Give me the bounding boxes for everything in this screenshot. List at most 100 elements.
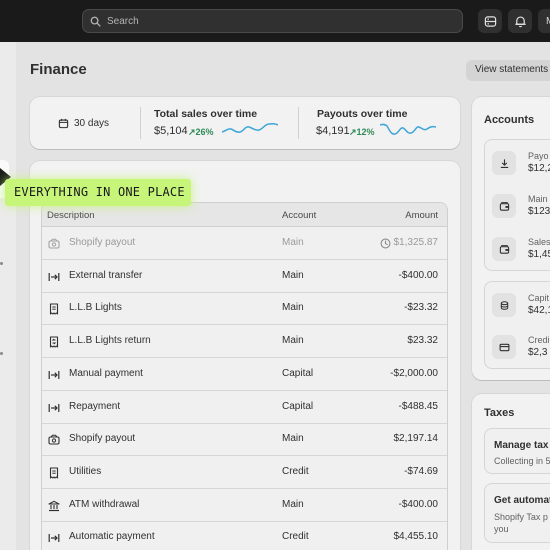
table-row[interactable]: External transfer Main -$400.00 [42,260,447,293]
avatar-button[interactable]: M [538,9,550,33]
account-item-payouts[interactable]: Payo $12,2 [485,143,550,183]
account-balance: $12,2 [528,163,550,174]
page-title: Finance [30,61,87,78]
payouts-delta-value: 12% [356,127,375,137]
transfer-icon [48,369,60,381]
row-description: Repayment [69,400,121,412]
credit-card-icon [492,335,516,359]
notifications-button[interactable] [508,9,532,33]
taxes-card: Taxes Manage tax c Collecting in 5 Get a… [472,394,550,550]
row-amount: $1,325.87 [393,237,439,248]
row-account: Main [282,237,304,248]
dot-marker [0,262,3,265]
taxes-title: Taxes [484,407,515,419]
tax-item-title: Get automat [494,495,550,506]
date-range-label: 30 days [74,117,110,129]
row-account: Credit [282,465,309,477]
payouts-delta: ↗12% [349,127,375,138]
row-account: Main [282,302,304,314]
table-row[interactable]: Manual payment Capital -$2,000.00 [42,358,447,391]
table-row[interactable]: Shopify payout Main $1,325.87 [42,227,447,260]
account-item-main[interactable]: Main $123 [485,186,550,226]
trend-up-icon: ↗ [349,127,357,137]
coins-icon [492,293,516,317]
bank-icon [48,500,60,512]
row-amount: -$488.45 [398,400,438,412]
table-row[interactable]: L.L.B Lights return Main $23.32 [42,325,447,359]
store-button[interactable] [478,9,502,33]
row-account: Capital [282,367,314,379]
account-item-capital[interactable]: Capit $42,1 [485,285,550,325]
receipt-icon [48,303,60,315]
transfer-icon [48,271,60,283]
accounts-group-secondary: Capit $42,1 Credi $2,3 [484,281,550,369]
calendar-icon [58,118,69,128]
table-header: Description Account Amount [42,203,447,227]
column-account: Account [282,210,317,221]
table-row[interactable]: Repayment Capital -$488.45 [42,391,447,424]
receipt-icon [48,467,60,479]
receipt-return-icon [48,336,60,348]
search-input[interactable]: Search [82,9,463,33]
row-description: L.L.B Lights return [69,335,151,347]
tax-item-manage[interactable]: Manage tax c Collecting in 5 [484,428,550,474]
callout-banner: EVERYTHING IN ONE PLACE [5,179,191,206]
row-account: Main [282,433,304,445]
database-icon [484,15,496,27]
stats-card: 30 days Total sales over time $5,104 ↗26… [30,97,460,149]
table-row[interactable]: Utilities Credit -$74.69 [42,456,447,489]
transactions-table: Description Account Amount Shopify payou… [41,202,448,550]
tax-item-subtitle-cont: you [494,524,509,534]
tax-item-automate[interactable]: Get automat Shopify Tax p you [484,483,550,543]
clock-icon [380,238,391,252]
row-amount: $23.32 [407,335,438,347]
download-icon [492,151,516,175]
divider [298,107,299,139]
account-name: Sales [528,237,550,247]
account-item-credit[interactable]: Credi $2,3 [485,327,550,367]
payout-icon [48,434,60,446]
account-balance: $42,1 [528,305,550,316]
search-placeholder: Search [107,15,139,27]
total-sales-sparkline [222,123,278,133]
transactions-card: Description Account Amount Shopify payou… [30,161,460,550]
account-name: Capit [528,293,550,303]
row-description: Utilities [69,465,102,477]
column-description: Description [47,210,95,221]
row-account: Credit [282,531,309,543]
account-name: Main [528,194,548,204]
accounts-card: Accounts Payo $12,2 Main $123 Sales $1,4… [472,97,550,380]
trend-up-icon: ↗ [188,127,196,137]
avatar-initial: M [546,16,550,27]
row-amount: $4,455.10 [393,531,439,543]
bell-icon [514,15,526,27]
row-amount: -$23.32 [404,302,438,314]
row-amount: -$400.00 [398,498,438,510]
date-range-button[interactable]: 30 days [44,111,142,135]
table-row[interactable]: ATM withdrawal Main -$400.00 [42,489,447,522]
column-amount: Amount [405,210,438,221]
view-statements-button[interactable]: View statements [466,60,550,81]
row-amount: -$400.00 [398,269,438,281]
accounts-group-primary: Payo $12,2 Main $123 Sales $1,45 [484,139,550,271]
wallet-icon [492,237,516,261]
table-row[interactable]: Automatic payment Credit $4,455.10 [42,521,447,550]
row-description: Manual payment [69,367,143,379]
sidebar-edge [0,42,16,550]
account-name: Payo [528,151,549,161]
payout-icon [48,238,60,250]
transfer-icon [48,402,60,414]
table-row[interactable]: Shopify payout Main $2,197.14 [42,423,447,457]
row-description: L.L.B Lights [69,302,122,314]
row-account: Main [282,269,304,281]
account-balance: $1,45 [528,249,550,260]
row-description: Shopify payout [69,433,136,445]
account-item-sales[interactable]: Sales $1,45 [485,229,550,269]
table-row[interactable]: L.L.B Lights Main -$23.32 [42,292,447,326]
total-sales-delta: ↗26% [188,127,214,138]
row-amount: -$74.69 [404,465,438,477]
row-account: Main [282,498,304,510]
accounts-title: Accounts [484,114,535,126]
row-description: External transfer [69,269,143,281]
account-name: Credi [528,335,550,345]
